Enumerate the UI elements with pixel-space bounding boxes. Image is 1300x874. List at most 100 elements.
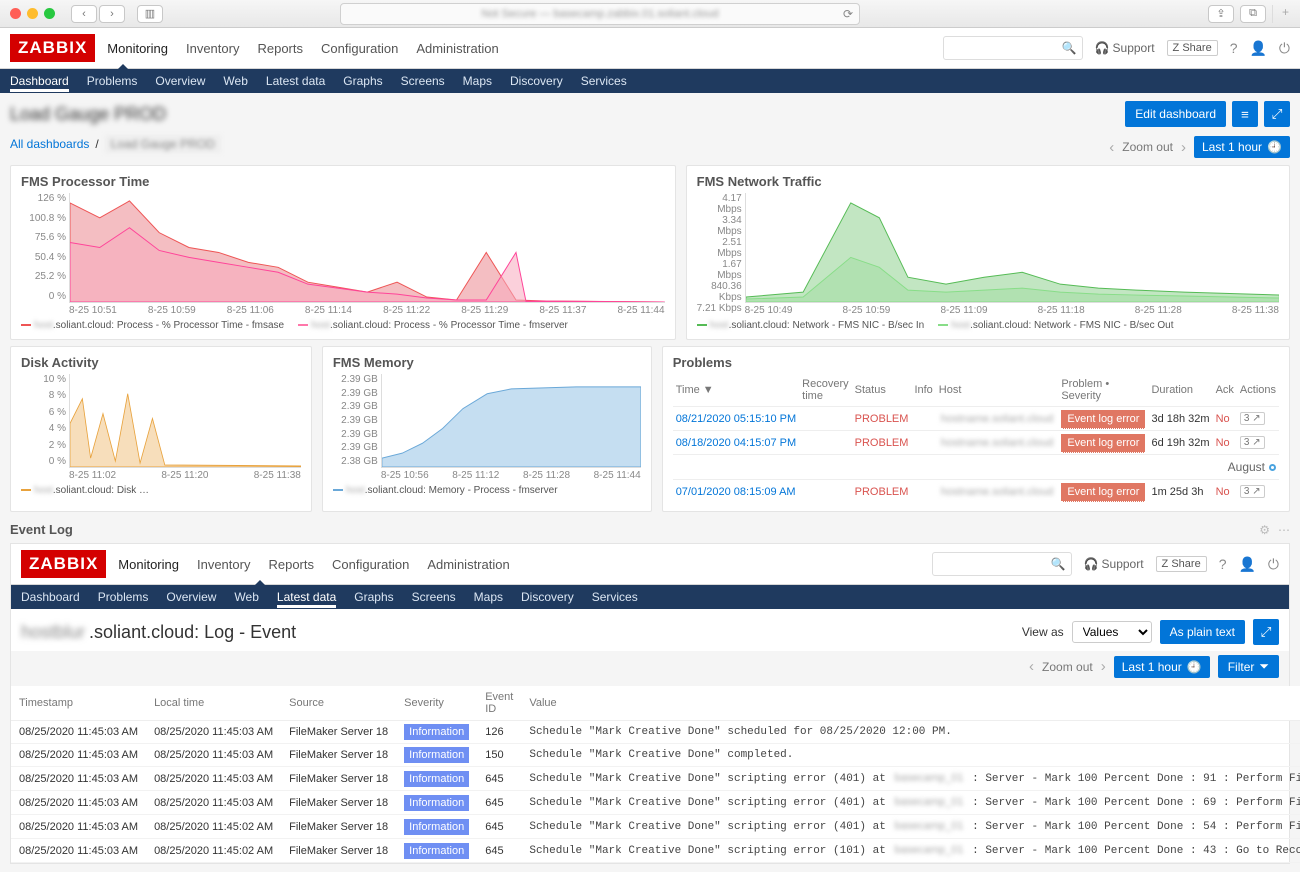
zoom-out-button[interactable]: Zoom out	[1042, 660, 1093, 674]
card-title: Problems	[673, 355, 1279, 370]
zabbix-logo[interactable]: ZABBIX	[10, 34, 95, 62]
menu-configuration[interactable]: Configuration	[321, 30, 398, 67]
card-memory: FMS Memory 2.39 GB2.39 GB2.39 GB2.39 GB2…	[322, 346, 652, 512]
zabbix-header-inner: ZABBIX Monitoring Inventory Reports Configu…	[11, 544, 1289, 585]
menu-administration[interactable]: Administration	[416, 30, 498, 67]
dashboard-title: Load Gauge PROD	[10, 104, 166, 125]
subnav-web[interactable]: Web	[223, 70, 247, 92]
url-bar[interactable]: Not Secure — basecamp.zabbix.01.soliant.…	[340, 3, 860, 25]
card-processor-time: FMS Processor Time 126 %100.8 %75.6 %50.…	[10, 165, 676, 340]
menu-configuration[interactable]: Configuration	[332, 546, 409, 583]
subnav-problems[interactable]: Problems	[98, 586, 149, 608]
as-plain-text-button[interactable]: As plain text	[1160, 620, 1245, 644]
subnav-dashboard[interactable]: Dashboard	[10, 70, 69, 92]
menu-administration[interactable]: Administration	[427, 546, 509, 583]
time-range-button[interactable]: Last 1 hour 🕘	[1194, 136, 1290, 158]
view-as-select[interactable]: Values	[1072, 621, 1152, 643]
event-row[interactable]: 08/25/2020 11:45:03 AM08/25/2020 11:45:0…	[11, 721, 1300, 744]
sidebar-toggle-icon[interactable]: ▥	[137, 5, 163, 23]
subnav-graphs[interactable]: Graphs	[354, 586, 393, 608]
subnav-discovery[interactable]: Discovery	[510, 70, 563, 92]
subnav-discovery[interactable]: Discovery	[521, 586, 574, 608]
window-min-icon[interactable]	[27, 8, 38, 19]
browser-chrome: ‹ › ▥ Not Secure — basecamp.zabbix.01.so…	[0, 0, 1300, 28]
event-log-title: Event Log	[10, 522, 73, 537]
card-disk: Disk Activity 10 %8 %6 %4 %2 %0 % 8-25 1…	[10, 346, 312, 512]
subnav-overview[interactable]: Overview	[155, 70, 205, 92]
event-row[interactable]: 08/25/2020 11:45:03 AM08/25/2020 11:45:0…	[11, 791, 1300, 815]
event-row[interactable]: 08/25/2020 11:45:03 AM08/25/2020 11:45:0…	[11, 839, 1300, 863]
subnav-screens[interactable]: Screens	[412, 586, 456, 608]
sub-nav: Dashboard Problems Overview Web Latest data G…	[0, 69, 1300, 93]
menu-inventory[interactable]: Inventory	[197, 546, 250, 583]
search-icon[interactable]: 🔍	[1062, 41, 1077, 55]
support-link[interactable]: 🎧 Support	[1095, 41, 1155, 55]
breadcrumb-all[interactable]: All dashboards	[10, 137, 89, 151]
menu-reports[interactable]: Reports	[268, 546, 314, 583]
power-icon[interactable]: ⏻	[1268, 556, 1279, 573]
card-problems: Problems Time ▼Recovery timeStatusInfoHo…	[662, 346, 1290, 512]
help-icon[interactable]: ?	[1219, 556, 1227, 572]
problem-row[interactable]: 07/01/2020 08:15:09 AMPROBLEMhostname.so…	[673, 480, 1279, 504]
problems-table: Time ▼Recovery timeStatusInfoHostProblem…	[673, 374, 1279, 503]
menu-monitoring[interactable]: Monitoring	[107, 30, 168, 67]
subnav-maps[interactable]: Maps	[463, 70, 492, 92]
event-row[interactable]: 08/25/2020 11:45:03 AM08/25/2020 11:45:0…	[11, 767, 1300, 791]
nav-back-button[interactable]: ‹	[71, 5, 97, 23]
time-prev-icon[interactable]: ‹	[1029, 658, 1034, 675]
zoom-out-button[interactable]: Zoom out	[1122, 140, 1173, 154]
time-next-icon[interactable]: ›	[1181, 139, 1186, 156]
subnav-graphs[interactable]: Graphs	[343, 70, 382, 92]
user-icon[interactable]: 👤	[1249, 40, 1266, 57]
plot-net: 4.17 Mbps3.34 Mbps2.51 Mbps1.67 Mbps840.…	[745, 193, 1279, 303]
edit-dashboard-button[interactable]: Edit dashboard	[1125, 101, 1226, 127]
new-tab-icon[interactable]: +	[1272, 5, 1290, 23]
subnav-dashboard[interactable]: Dashboard	[21, 586, 80, 608]
fullscreen-button[interactable]: ⤢	[1253, 619, 1279, 645]
support-link[interactable]: 🎧 Support	[1084, 557, 1144, 571]
fullscreen-button[interactable]: ⤢	[1264, 101, 1290, 127]
reload-icon[interactable]: ⟳	[843, 7, 853, 21]
plot-proc: 126 %100.8 %75.6 %50.4 %25.2 %0 %	[69, 193, 665, 303]
menu-inventory[interactable]: Inventory	[186, 30, 239, 67]
filter-button[interactable]: Filter ⏷	[1218, 655, 1279, 678]
share-link[interactable]: Z Share	[1156, 556, 1207, 572]
time-prev-icon[interactable]: ‹	[1109, 139, 1114, 156]
subnav-maps[interactable]: Maps	[474, 586, 503, 608]
subnav-latest-data[interactable]: Latest data	[266, 70, 325, 92]
subnav-screens[interactable]: Screens	[401, 70, 445, 92]
help-icon[interactable]: ?	[1230, 40, 1238, 56]
gear-icon[interactable]: ⚙	[1259, 523, 1270, 537]
nav-fwd-button[interactable]: ›	[99, 5, 125, 23]
tabs-icon[interactable]: ⧉	[1240, 5, 1266, 23]
breadcrumb-current: Load Gauge PROD	[105, 135, 221, 153]
page-title: .soliant.cloud: Log - Event	[89, 622, 296, 643]
menu-monitoring[interactable]: Monitoring	[118, 546, 179, 583]
card-title: FMS Memory	[333, 355, 641, 370]
subnav-services[interactable]: Services	[592, 586, 638, 608]
search-icon[interactable]: 🔍	[1051, 557, 1066, 571]
event-row[interactable]: 08/25/2020 11:45:03 AM08/25/2020 11:45:0…	[11, 744, 1300, 767]
user-icon[interactable]: 👤	[1238, 556, 1255, 573]
share-link[interactable]: Z Share	[1167, 40, 1218, 56]
top-menu: Monitoring Inventory Reports Configuration A…	[107, 30, 498, 67]
subnav-overview[interactable]: Overview	[166, 586, 216, 608]
subnav-latest-data[interactable]: Latest data	[277, 586, 336, 608]
power-icon[interactable]: ⏻	[1279, 40, 1290, 57]
menu-reports[interactable]: Reports	[257, 30, 303, 67]
problem-row[interactable]: 08/21/2020 05:15:10 PMPROBLEMhostname.so…	[673, 407, 1279, 431]
event-row[interactable]: 08/25/2020 11:45:03 AM08/25/2020 11:45:0…	[11, 815, 1300, 839]
list-button[interactable]: ≡	[1232, 101, 1258, 127]
time-next-icon[interactable]: ›	[1101, 658, 1106, 675]
subnav-web[interactable]: Web	[234, 586, 258, 608]
plot-mem: 2.39 GB2.39 GB2.39 GB2.39 GB2.39 GB2.39 …	[381, 374, 641, 468]
problem-row[interactable]: 08/18/2020 04:15:07 PMPROBLEMhostname.so…	[673, 431, 1279, 455]
more-icon[interactable]: ⋯	[1278, 523, 1290, 537]
share-icon[interactable]: ⇪	[1208, 5, 1234, 23]
time-range-button[interactable]: Last 1 hour 🕘	[1114, 656, 1210, 678]
window-max-icon[interactable]	[44, 8, 55, 19]
subnav-services[interactable]: Services	[581, 70, 627, 92]
window-close-icon[interactable]	[10, 8, 21, 19]
subnav-problems[interactable]: Problems	[87, 70, 138, 92]
zabbix-logo[interactable]: ZABBIX	[21, 550, 106, 578]
